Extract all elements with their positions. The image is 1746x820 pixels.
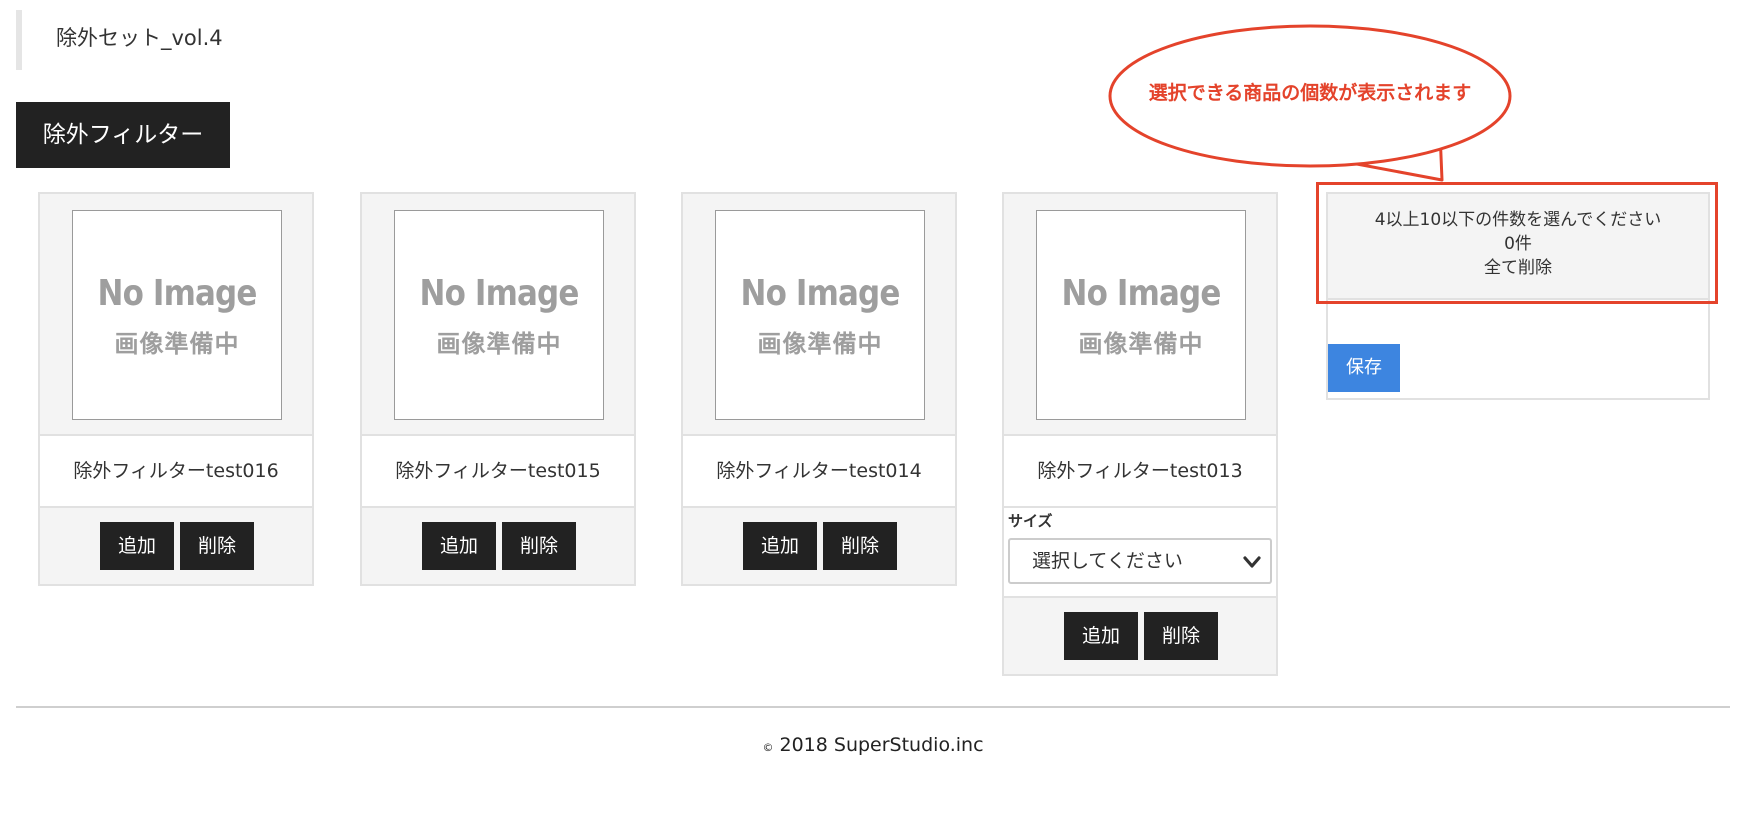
- product-card: No Image 画像準備中 除外フィルターtest015 追加 削除: [360, 192, 636, 586]
- product-image-area: No Image 画像準備中: [362, 194, 634, 436]
- product-name: 除外フィルターtest015: [362, 436, 634, 508]
- no-image-subtext: 画像準備中: [114, 330, 240, 358]
- no-image-placeholder: No Image 画像準備中: [1036, 210, 1246, 420]
- no-image-subtext: 画像準備中: [757, 330, 883, 358]
- no-image-placeholder: No Image 画像準備中: [394, 210, 604, 420]
- chevron-down-icon: [1243, 556, 1261, 568]
- product-image-area: No Image 画像準備中: [40, 194, 312, 436]
- callout-text: 選択できる商品の個数が表示されます: [1148, 82, 1472, 104]
- product-card: No Image 画像準備中 除外フィルターtest014 追加 削除: [681, 192, 957, 586]
- add-button[interactable]: 追加: [422, 522, 496, 570]
- size-select-value: 選択してください: [1032, 550, 1183, 572]
- size-select[interactable]: 選択してください: [1008, 538, 1272, 584]
- product-name: 除外フィルターtest014: [683, 436, 955, 508]
- selection-summary: 4以上10以下の件数を選んでください 0件 全て削除: [1328, 194, 1708, 300]
- selection-instruction: 4以上10以下の件数を選んでください: [1374, 210, 1662, 230]
- product-card: No Image 画像準備中 除外フィルターtest013 サイズ 選択してくだ…: [1002, 192, 1278, 676]
- no-image-subtext: 画像準備中: [1078, 330, 1204, 358]
- footer: © 2018 SuperStudio.inc: [0, 734, 1746, 756]
- footer-text: 2018 SuperStudio.inc: [773, 734, 984, 756]
- save-button[interactable]: 保存: [1328, 344, 1400, 392]
- add-button[interactable]: 追加: [100, 522, 174, 570]
- no-image-placeholder: No Image 画像準備中: [72, 210, 282, 420]
- no-image-placeholder: No Image 画像準備中: [715, 210, 925, 420]
- selection-count: 0件: [1504, 234, 1532, 254]
- delete-all-link[interactable]: 全て削除: [1328, 256, 1708, 280]
- size-option-block: サイズ 選択してください: [1004, 508, 1276, 598]
- product-name: 除外フィルターtest013: [1004, 436, 1276, 508]
- tab-exclusion-filter-label: 除外フィルター: [42, 122, 204, 148]
- product-name: 除外フィルターtest016: [40, 436, 312, 508]
- product-actions: 追加 削除: [362, 508, 634, 584]
- size-label: サイズ: [1008, 512, 1053, 530]
- product-actions: 追加 削除: [40, 508, 312, 584]
- product-actions: 追加 削除: [683, 508, 955, 584]
- delete-button[interactable]: 削除: [1144, 612, 1218, 660]
- copyright-icon: ©: [762, 741, 774, 754]
- delete-button[interactable]: 削除: [180, 522, 254, 570]
- tab-exclusion-filter[interactable]: 除外フィルター: [16, 102, 230, 168]
- product-card: No Image 画像準備中 除外フィルターtest016 追加 削除: [38, 192, 314, 586]
- page-title: 除外セット_vol.4: [16, 10, 376, 70]
- footer-divider: [16, 706, 1730, 708]
- no-image-text: No Image: [1061, 273, 1222, 314]
- no-image-text: No Image: [740, 273, 901, 314]
- no-image-subtext: 画像準備中: [436, 330, 562, 358]
- add-button[interactable]: 追加: [743, 522, 817, 570]
- selection-summary-panel: 4以上10以下の件数を選んでください 0件 全て削除 保存: [1326, 192, 1710, 400]
- product-image-area: No Image 画像準備中: [1004, 194, 1276, 436]
- add-button[interactable]: 追加: [1064, 612, 1138, 660]
- product-image-area: No Image 画像準備中: [683, 194, 955, 436]
- product-actions: 追加 削除: [1004, 598, 1276, 674]
- delete-button[interactable]: 削除: [502, 522, 576, 570]
- delete-button[interactable]: 削除: [823, 522, 897, 570]
- no-image-text: No Image: [97, 273, 258, 314]
- no-image-text: No Image: [419, 273, 580, 314]
- page-title-text: 除外セット_vol.4: [56, 26, 223, 50]
